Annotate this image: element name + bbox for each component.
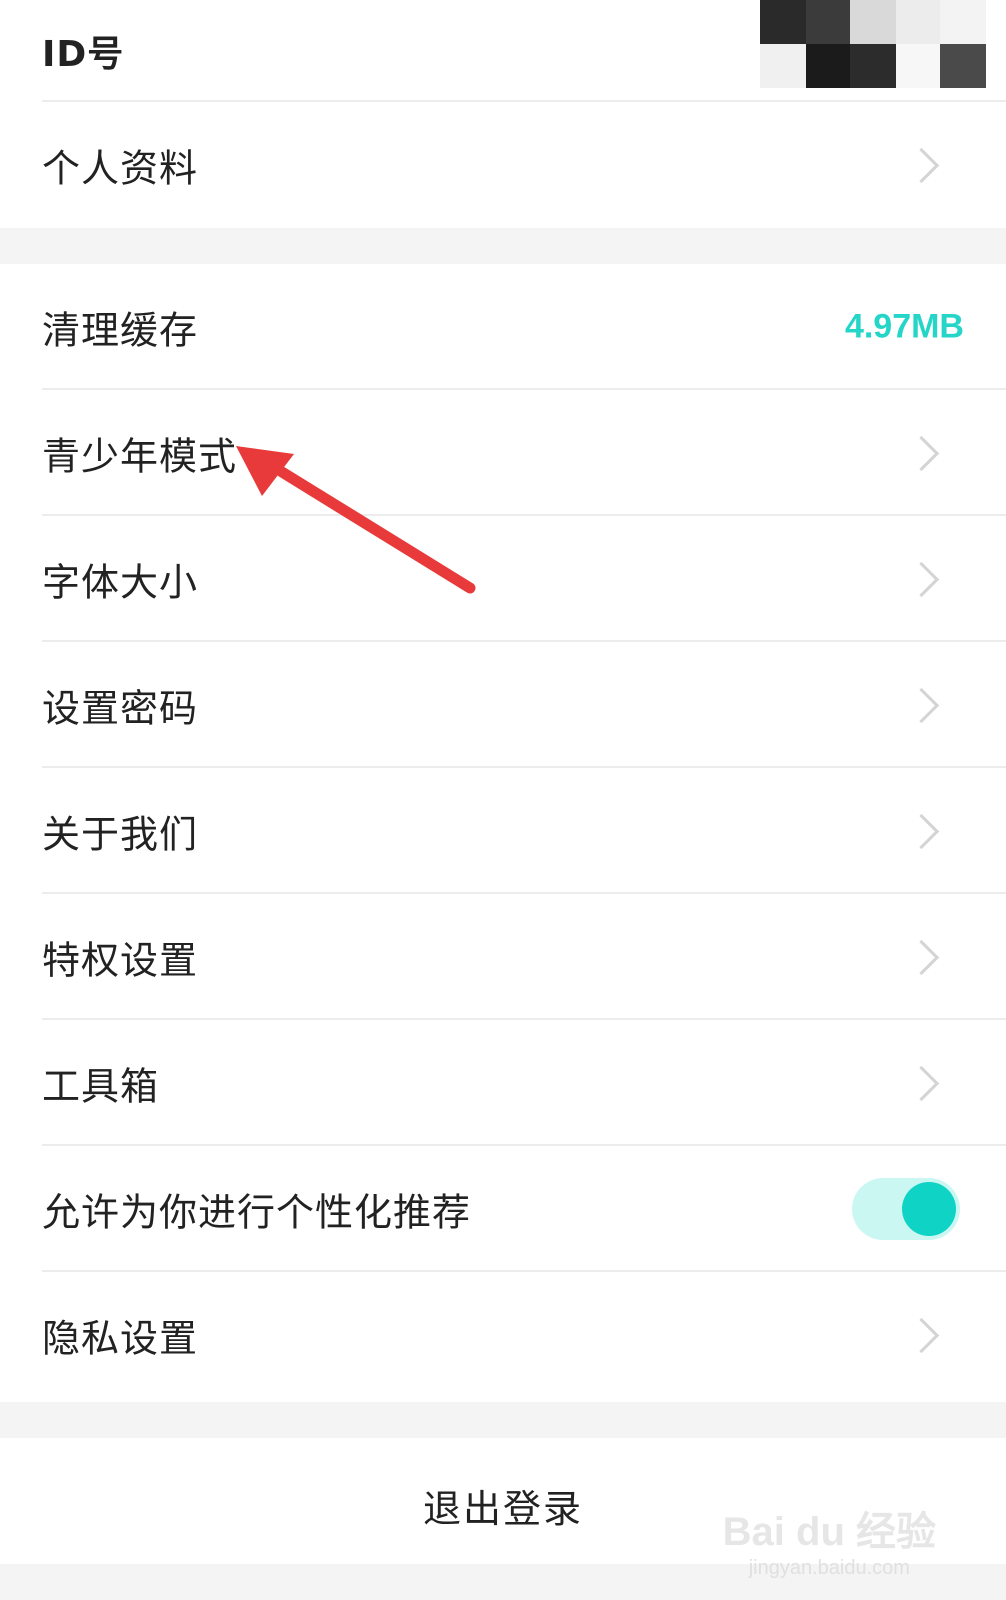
watermark-sub: jingyan.baidu.com [748, 1557, 910, 1579]
toolbox-label: 工具箱 [42, 1064, 160, 1109]
baidu-jingyan-watermark: Bai du 经验 jingyan.baidu.com [723, 1499, 936, 1580]
watermark-main: Bai du 经验 [722, 1510, 936, 1554]
font-size-row[interactable]: 字体大小 [0, 516, 1006, 642]
toolbox-row[interactable]: 工具箱 [0, 1020, 1006, 1146]
privacy-settings-label: 隐私设置 [42, 1316, 199, 1361]
chevron-right-icon [903, 939, 940, 976]
id-value-mosaic [760, 0, 986, 88]
privacy-settings-row[interactable]: 隐私设置 [0, 1272, 1006, 1398]
cache-size-value: 4.97MB [844, 307, 964, 346]
chevron-right-icon [903, 813, 940, 850]
teen-mode-row[interactable]: 青少年模式 [0, 390, 1006, 516]
settings-group: 清理缓存 4.97MB 青少年模式 字体大小 设置密码 关于我们 特权设置 工具… [0, 264, 1006, 1402]
clear-cache-row[interactable]: 清理缓存 4.97MB [0, 264, 1006, 390]
set-password-label: 设置密码 [42, 686, 199, 731]
id-row: ID号 [0, 0, 1006, 102]
toggle-knob [902, 1182, 956, 1236]
chevron-right-icon [903, 147, 940, 184]
privilege-settings-row[interactable]: 特权设置 [0, 894, 1006, 1020]
chevron-right-icon [903, 435, 940, 472]
teen-mode-label: 青少年模式 [42, 434, 238, 479]
personalized-recommendation-toggle[interactable] [852, 1178, 960, 1240]
profile-row[interactable]: 个人资料 [0, 102, 1006, 228]
privilege-settings-label: 特权设置 [42, 938, 199, 983]
id-label: ID号 [42, 34, 125, 75]
personalized-recommendation-label: 允许为你进行个性化推荐 [42, 1190, 472, 1235]
about-us-row[interactable]: 关于我们 [0, 768, 1006, 894]
chevron-right-icon [903, 1065, 940, 1102]
font-size-label: 字体大小 [42, 560, 199, 605]
personalized-recommendation-row: 允许为你进行个性化推荐 [0, 1146, 1006, 1272]
chevron-right-icon [903, 561, 940, 598]
clear-cache-label: 清理缓存 [42, 308, 199, 353]
profile-label: 个人资料 [42, 146, 199, 191]
chevron-right-icon [903, 1317, 940, 1354]
chevron-right-icon [903, 687, 940, 724]
settings-page: ID号 个人资料 清理缓存 4.97MB 青少年模式 字体大小 设置密码 关于我… [0, 0, 1006, 1600]
account-group: ID号 个人资料 [0, 0, 1006, 228]
about-us-label: 关于我们 [42, 812, 199, 857]
set-password-row[interactable]: 设置密码 [0, 642, 1006, 768]
